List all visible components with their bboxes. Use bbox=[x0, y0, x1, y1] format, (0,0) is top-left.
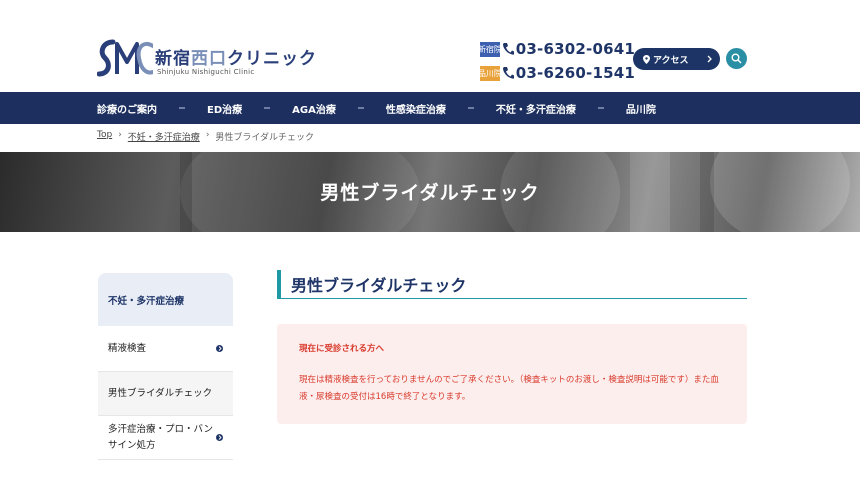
breadcrumb-separator: › bbox=[118, 130, 122, 140]
access-label: アクセス bbox=[653, 55, 689, 66]
hero-banner: 男性ブライダルチェック bbox=[0, 152, 860, 232]
nav-divider bbox=[597, 107, 604, 109]
access-button[interactable]: アクセス bbox=[633, 48, 720, 70]
branch-tag: 品川院 bbox=[480, 65, 500, 81]
notice-body: 現在は精液検査を行っておりませんのでご了承ください。（検査キットのお渡し・検査説… bbox=[299, 375, 719, 402]
phone-icon bbox=[502, 42, 514, 56]
breadcrumb-top[interactable]: Top bbox=[97, 130, 112, 143]
site-header: 新宿西口クリニック Shinjuku Nishiguchi Clinic 新宿院… bbox=[0, 0, 860, 92]
breadcrumb: Top › 不妊・多汗症治療 › 男性ブライダルチェック bbox=[97, 130, 314, 143]
phone-number: 03-6302-0641 bbox=[515, 40, 635, 58]
logo-mark-icon bbox=[97, 39, 153, 77]
nav-divider bbox=[467, 107, 474, 109]
notice-title: 現在に受診される方へ bbox=[299, 344, 385, 354]
sidebar-item-hyperhidrosis[interactable]: 多汗症治療・プロ・バンサイン処方 bbox=[98, 416, 233, 460]
sidebar-heading[interactable]: 不妊・多汗症治療 bbox=[98, 273, 233, 326]
nav-divider bbox=[179, 107, 185, 109]
page-title: 男性ブライダルチェック bbox=[277, 270, 747, 299]
nav-item-fertility[interactable]: 不妊・多汗症治療 bbox=[496, 92, 576, 124]
chevron-right-icon bbox=[216, 345, 223, 352]
notice-box: 現在に受診される方へ 現在は精液検査を行っておりませんのでご了承ください。（検査… bbox=[277, 324, 747, 424]
sidebar-item-label: 精液検査 bbox=[108, 342, 147, 354]
phone-icon bbox=[502, 66, 514, 80]
global-nav: 診療のご案内 ED治療 AGA治療 性感染症治療 不妊・多汗症治療 品川院 bbox=[0, 92, 860, 124]
hero-title: 男性ブライダルチェック bbox=[320, 182, 540, 204]
map-pin-icon bbox=[643, 54, 650, 64]
sidebar-item-bridal-check[interactable]: 男性ブライダルチェック bbox=[98, 372, 233, 416]
phone-list: 新宿院 03-6302-0641 品川院 03-6260-1541 bbox=[480, 38, 635, 86]
search-button[interactable] bbox=[726, 48, 747, 69]
nav-divider bbox=[357, 107, 364, 109]
nav-item-std[interactable]: 性感染症治療 bbox=[386, 92, 446, 124]
phone-shinagawa[interactable]: 品川院 03-6260-1541 bbox=[480, 62, 635, 84]
nav-item-shinagawa[interactable]: 品川院 bbox=[626, 92, 656, 124]
nav-item-services[interactable]: 診療のご案内 bbox=[97, 92, 157, 124]
nav-divider bbox=[264, 107, 271, 109]
phone-number: 03-6260-1541 bbox=[515, 64, 635, 82]
breadcrumb-separator: › bbox=[205, 130, 210, 140]
logo-name: 新宿西口クリニック bbox=[155, 49, 317, 69]
phone-shinjuku[interactable]: 新宿院 03-6302-0641 bbox=[480, 38, 635, 60]
logo-subtitle: Shinjuku Nishiguchi Clinic bbox=[157, 68, 255, 76]
chevron-right-icon bbox=[707, 55, 712, 63]
sidebar-item-semen-test[interactable]: 精液検査 bbox=[98, 326, 233, 372]
nav-item-ed[interactable]: ED治療 bbox=[207, 92, 242, 124]
sidebar-item-label: 多汗症治療・プロ・バンサイン処方 bbox=[108, 423, 213, 451]
sidebar: 不妊・多汗症治療 精液検査 男性ブライダルチェック 多汗症治療・プロ・バンサイン… bbox=[98, 273, 233, 460]
sidebar-item-label: 男性ブライダルチェック bbox=[108, 387, 213, 399]
breadcrumb-current: 男性ブライダルチェック bbox=[215, 133, 315, 143]
chevron-right-icon bbox=[216, 434, 223, 441]
search-icon bbox=[731, 53, 742, 64]
branch-tag: 新宿院 bbox=[480, 41, 500, 57]
nav-item-aga[interactable]: AGA治療 bbox=[292, 92, 336, 124]
breadcrumb-category[interactable]: 不妊・多汗症治療 bbox=[128, 130, 200, 143]
clinic-logo[interactable]: 新宿西口クリニック Shinjuku Nishiguchi Clinic bbox=[97, 38, 316, 80]
